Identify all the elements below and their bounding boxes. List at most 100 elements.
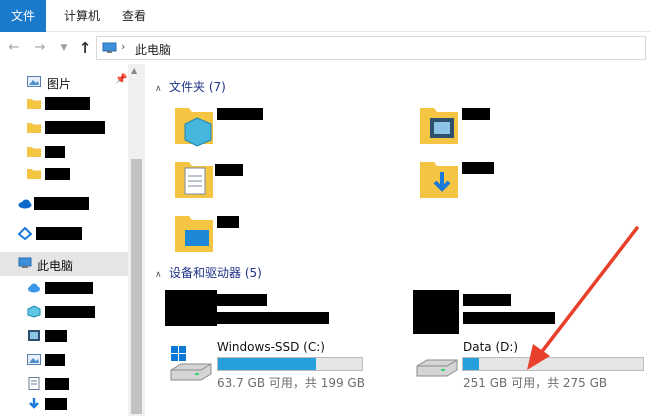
- scrollbar-thumb[interactable]: [131, 159, 142, 414]
- drive-c[interactable]: Windows-SSD (C:) 63.7 GB 可用，共 199 GB: [165, 340, 365, 390]
- breadcrumb-chevron-icon[interactable]: ›: [121, 40, 125, 53]
- desktop-folder-icon: [175, 216, 213, 252]
- sidebar-item-onedrive[interactable]: [0, 192, 128, 216]
- pictures-icon: [27, 354, 41, 365]
- drive-usage-fill: [218, 358, 316, 370]
- folder-icon: [27, 147, 41, 157]
- this-pc-icon: [18, 257, 32, 268]
- redacted-label: [45, 378, 69, 390]
- sidebar-item-pictures[interactable]: 图片 📌: [0, 70, 128, 94]
- redacted-label: [217, 312, 329, 324]
- redacted-label: [45, 330, 67, 342]
- folders-group-header[interactable]: ∧ 文件夹 (7): [155, 78, 226, 95]
- group-title: 设备和驱动器 (5): [169, 266, 262, 280]
- drive-tile[interactable]: [413, 290, 583, 334]
- group-title: 文件夹 (7): [169, 80, 226, 94]
- drive-usage-bar: [462, 357, 644, 371]
- hard-drive-icon: [416, 359, 458, 377]
- onedrive-icon: [18, 199, 32, 209]
- sidebar-item-3d-objects[interactable]: [0, 300, 128, 324]
- redacted-label: [462, 162, 494, 174]
- redacted-label: [45, 168, 70, 180]
- network-share-icon: [18, 227, 32, 240]
- pin-icon[interactable]: 📌: [115, 74, 127, 85]
- sidebar-item-folder[interactable]: [0, 162, 128, 186]
- drive-free-space: 63.7 GB 可用，共 199 GB: [217, 376, 365, 390]
- sidebar-scrollbar[interactable]: ▲: [128, 64, 145, 416]
- redacted-label: [215, 164, 243, 176]
- redacted-drive-icon: [413, 290, 459, 334]
- redacted-label: [45, 398, 67, 410]
- navigation-bar: ← → ▼ ↑ › 此电脑: [0, 32, 650, 64]
- drive-usage-bar: [217, 357, 363, 371]
- drive-name: Windows-SSD (C:): [217, 340, 325, 354]
- sidebar-item-this-pc[interactable]: 此电脑: [0, 252, 128, 276]
- address-bar[interactable]: › 此电脑: [96, 36, 646, 60]
- redacted-label: [45, 121, 105, 134]
- redacted-label: [217, 216, 239, 228]
- drive-d[interactable]: Data (D:) 251 GB 可用，共 275 GB: [413, 340, 648, 390]
- breadcrumb[interactable]: 此电脑: [135, 41, 171, 58]
- redacted-label: [45, 354, 65, 366]
- devices-group-header[interactable]: ∧ 设备和驱动器 (5): [155, 264, 262, 281]
- 3d-objects-icon: [27, 305, 41, 318]
- folder-tile[interactable]: [418, 154, 538, 204]
- drive-free-space: 251 GB 可用，共 275 GB: [463, 376, 608, 390]
- sidebar-item-cloud[interactable]: [0, 276, 128, 300]
- redacted-label: [45, 97, 90, 110]
- pictures-icon: [27, 76, 41, 87]
- navigation-pane: 图片 📌 此电脑 ▲: [0, 64, 145, 416]
- sidebar-item-label: 图片: [47, 77, 72, 91]
- videos-folder-icon: [420, 108, 458, 144]
- ribbon: 文件 计算机 查看: [0, 0, 650, 32]
- cloud-icon: [28, 283, 40, 293]
- folder-icon: [27, 169, 41, 179]
- folder-tile[interactable]: [418, 100, 538, 150]
- tab-view[interactable]: 查看: [118, 0, 150, 32]
- downloads-folder-icon: [420, 162, 458, 198]
- folder-icon: [27, 123, 41, 133]
- folder-tile[interactable]: [173, 154, 293, 204]
- recent-locations-chevron-icon[interactable]: ▼: [55, 38, 73, 58]
- windows-drive-icon: [170, 346, 212, 381]
- this-pc-icon: [102, 42, 117, 53]
- redacted-label: [45, 146, 65, 158]
- sidebar-item-folder[interactable]: [0, 140, 128, 164]
- forward-arrow-icon[interactable]: →: [31, 38, 49, 58]
- redacted-label: [463, 312, 555, 324]
- sidebar-item-videos[interactable]: [0, 324, 128, 348]
- redacted-label: [36, 227, 82, 240]
- drive-usage-fill: [463, 358, 480, 370]
- sidebar-item-label: 此电脑: [37, 259, 74, 273]
- sidebar-item-pictures[interactable]: [0, 348, 128, 372]
- sidebar-item-network-share[interactable]: [0, 222, 128, 246]
- sidebar-item-folder[interactable]: [0, 92, 128, 116]
- redacted-label: [34, 197, 89, 210]
- chevron-up-icon[interactable]: ∧: [155, 270, 169, 280]
- redacted-label: [463, 294, 511, 306]
- up-arrow-icon[interactable]: ↑: [76, 38, 94, 58]
- folder-icon: [27, 99, 41, 109]
- redacted-label: [45, 282, 93, 294]
- redacted-label: [217, 108, 263, 120]
- scroll-up-icon[interactable]: ▲: [131, 66, 137, 75]
- sidebar-item-folder[interactable]: [0, 116, 128, 140]
- redacted-label: [45, 306, 95, 318]
- 3d-objects-folder-icon: [175, 108, 213, 147]
- tab-file[interactable]: 文件: [0, 0, 46, 32]
- redacted-label: [462, 108, 490, 120]
- drive-name: Data (D:): [463, 340, 519, 354]
- documents-icon: [28, 377, 40, 390]
- tab-computer[interactable]: 计算机: [60, 0, 104, 32]
- folder-tile[interactable]: [173, 100, 293, 150]
- folder-tile[interactable]: [173, 208, 293, 258]
- drive-tile[interactable]: [165, 290, 335, 330]
- sidebar-item-downloads[interactable]: [0, 392, 128, 416]
- chevron-up-icon[interactable]: ∧: [155, 84, 169, 94]
- documents-folder-icon: [175, 162, 213, 198]
- downloads-icon: [29, 398, 39, 409]
- videos-icon: [28, 330, 40, 341]
- redacted-drive-icon: [165, 290, 217, 326]
- back-arrow-icon[interactable]: ←: [5, 38, 23, 58]
- redacted-label: [217, 294, 267, 306]
